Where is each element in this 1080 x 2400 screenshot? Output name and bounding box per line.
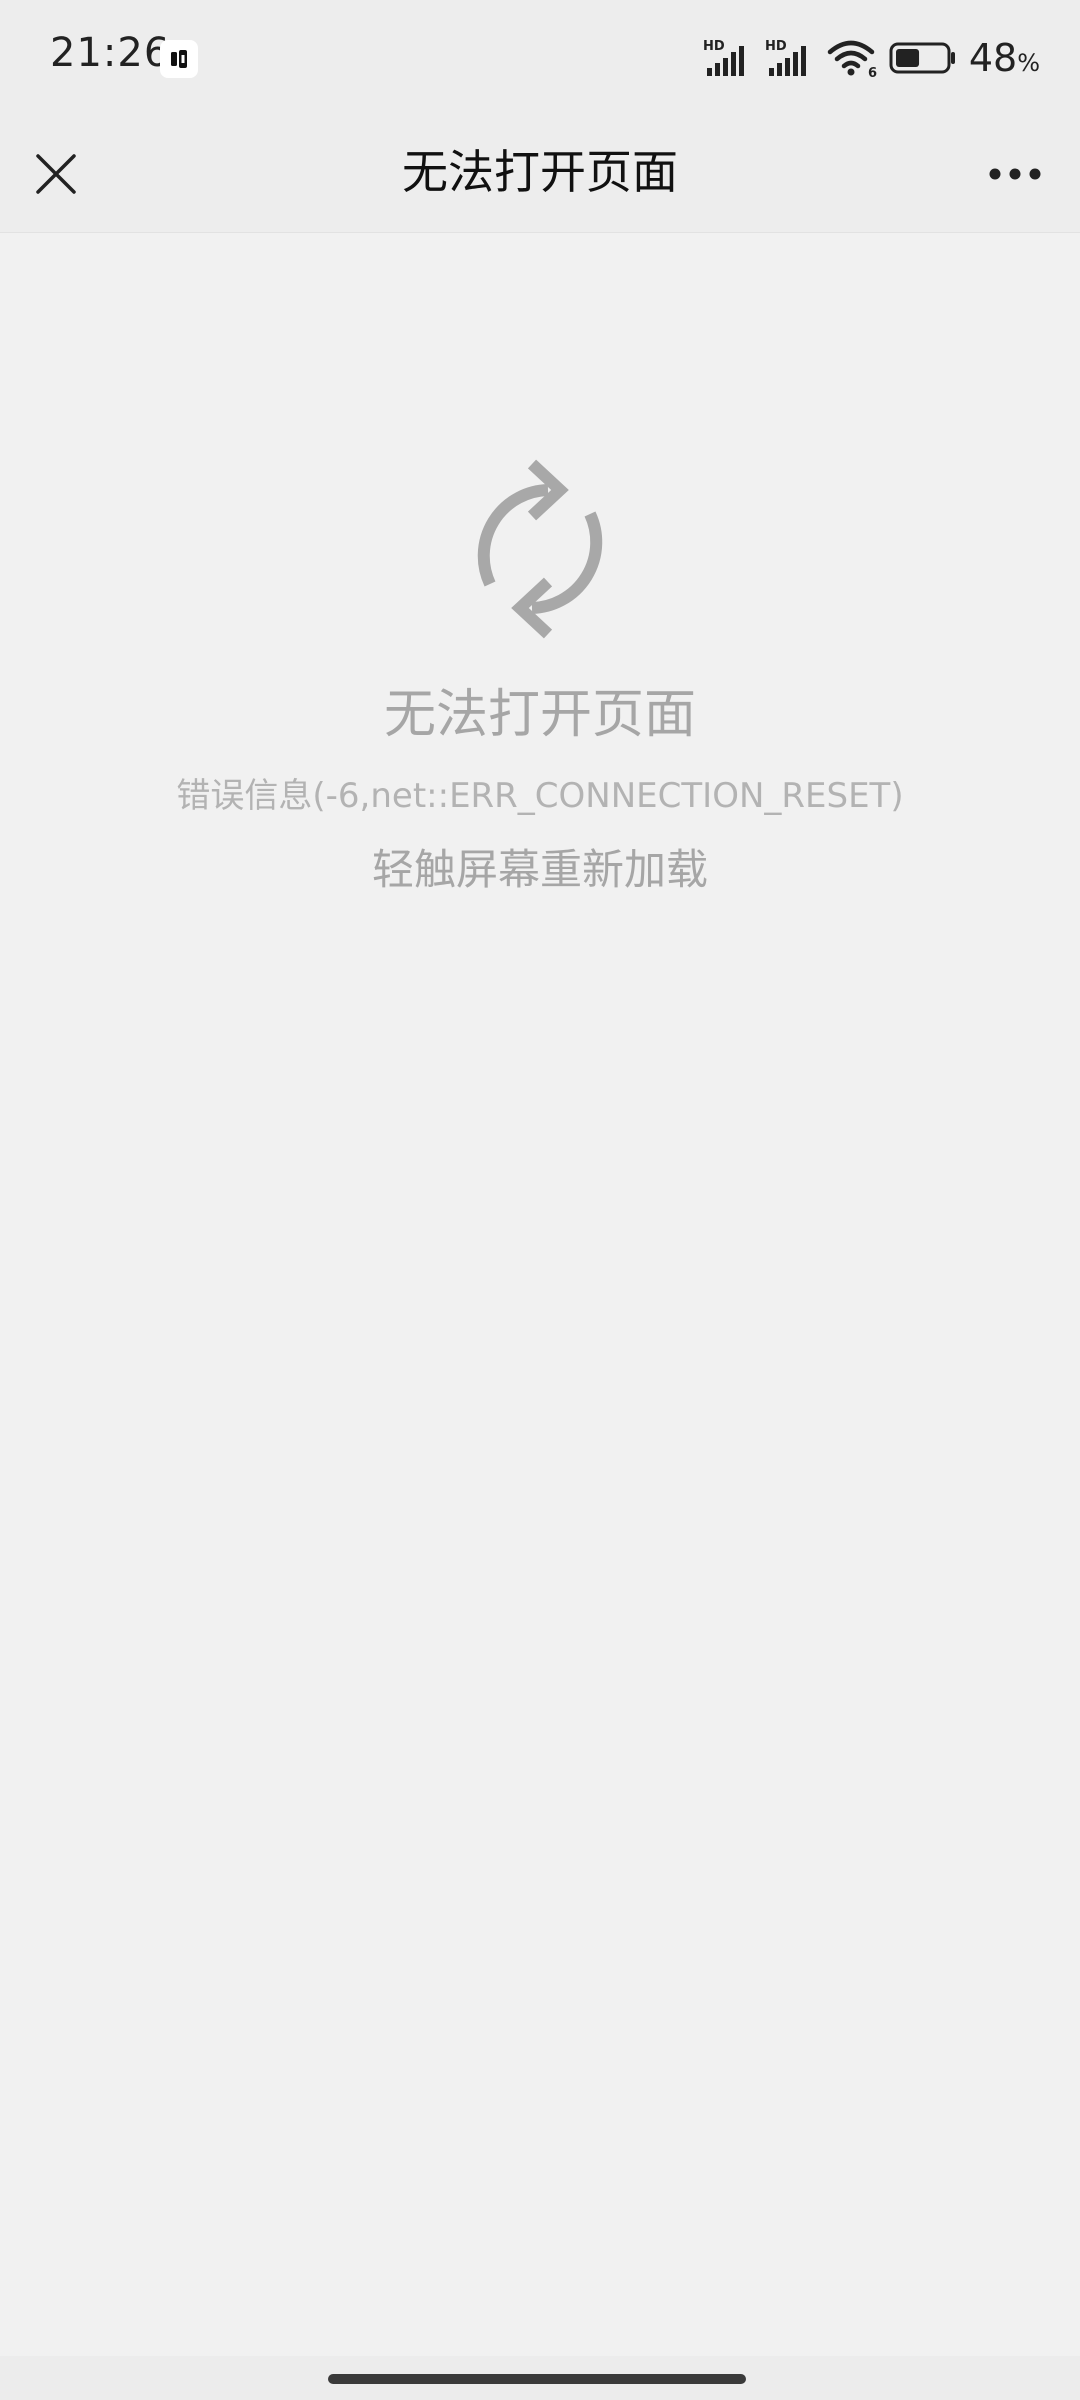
reload-icon [477, 459, 603, 639]
error-info: 错误信息(-6,net::ERR_CONNECTION_RESET) [176, 776, 904, 816]
error-content[interactable]: 无法打开页面 错误信息(-6,net::ERR_CONNECTION_RESET… [0, 232, 1080, 2332]
title-bar: 无法打开页面 [0, 116, 1080, 233]
signal-icon: HD [703, 39, 744, 76]
reload-hint[interactable]: 轻触屏幕重新加载 [0, 836, 1080, 897]
status-indicators: HD HD 6 48% [703, 36, 1040, 80]
battery-icon [889, 42, 955, 74]
app-notification-icon [160, 40, 198, 78]
more-icon [989, 168, 1041, 180]
more-button[interactable] [980, 142, 1050, 206]
status-bar: 21:26 HD HD 6 48% [0, 0, 1080, 116]
sim2-hd-label: HD [765, 39, 787, 54]
home-indicator[interactable] [328, 2374, 746, 2384]
error-title: 无法打开页面 [383, 685, 696, 745]
battery-percent: 48% [968, 36, 1040, 80]
status-time: 21:26 [50, 30, 171, 76]
sim1-hd-label: HD [703, 39, 725, 54]
wifi-6-label: 6 [868, 66, 877, 78]
page-title: 无法打开页面 [402, 145, 678, 199]
wifi-icon: 6 [827, 40, 877, 78]
error-screen[interactable]: 21:26 HD HD 6 48% 无法打开页面 无法打开页面 错误信息(-6,… [0, 0, 1080, 2400]
signal-icon: HD [765, 39, 806, 76]
gesture-bar [0, 2356, 1080, 2400]
